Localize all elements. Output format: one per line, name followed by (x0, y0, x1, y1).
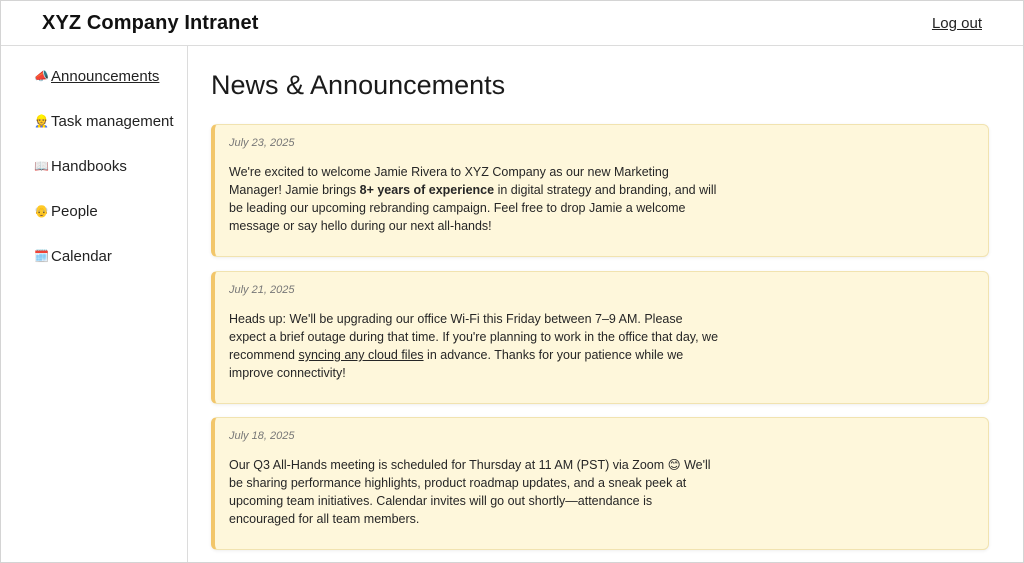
sidebar-nav: 📣 Announcements 👷 Task management 📖 Hand… (1, 46, 188, 562)
sync-cloud-files-link[interactable]: syncing any cloud files (298, 348, 423, 362)
body-text: Our Q3 All-Hands meeting is scheduled fo… (229, 458, 711, 526)
announcement-card: July 21, 2025 Heads up: We'll be upgradi… (211, 271, 989, 404)
announcement-body: Our Q3 All-Hands meeting is scheduled fo… (229, 456, 719, 528)
announcement-body: Heads up: We'll be upgrading our office … (229, 310, 719, 382)
intranet-window: XYZ Company Intranet Log out 📣 Announcem… (0, 0, 1024, 563)
sidebar-item-label: People (51, 202, 98, 220)
sidebar-item-handbooks[interactable]: 📖 Handbooks (34, 156, 127, 176)
logout-link[interactable]: Log out (932, 15, 982, 32)
announcement-date: July 18, 2025 (229, 430, 295, 442)
top-bar: XYZ Company Intranet Log out (1, 1, 1023, 46)
sidebar-item-label: Calendar (51, 247, 112, 265)
construction-worker-icon: 👷 (34, 114, 49, 128)
sidebar-item-label: Task management (51, 112, 174, 130)
announcement-date: July 21, 2025 (229, 284, 295, 296)
sidebar-item-announcements[interactable]: 📣 Announcements (34, 66, 159, 86)
calendar-icon: 🗓️ (34, 249, 49, 263)
page-title: News & Announcements (211, 70, 506, 100)
sidebar-item-label: Handbooks (51, 157, 127, 175)
announcement-body: We're excited to welcome Jamie Rivera to… (229, 163, 719, 235)
sidebar-item-task-management[interactable]: 👷 Task management (34, 111, 174, 131)
announcement-card: July 18, 2025 Our Q3 All-Hands meeting i… (211, 417, 989, 550)
site-title: XYZ Company Intranet (42, 12, 259, 34)
body-bold-text: 8+ years of experience (359, 183, 495, 197)
megaphone-icon: 📣 (34, 69, 49, 83)
sidebar-item-calendar[interactable]: 🗓️ Calendar (34, 246, 112, 266)
sidebar-item-people[interactable]: 👴 People (34, 201, 98, 221)
sidebar-item-label: Announcements (51, 67, 160, 85)
open-book-icon: 📖 (34, 159, 49, 173)
announcement-date: July 23, 2025 (229, 137, 295, 149)
person-icon: 👴 (34, 204, 49, 218)
announcement-card: July 23, 2025 We're excited to welcome J… (211, 124, 989, 257)
main-content: News & Announcements July 23, 2025 We're… (188, 46, 1023, 562)
